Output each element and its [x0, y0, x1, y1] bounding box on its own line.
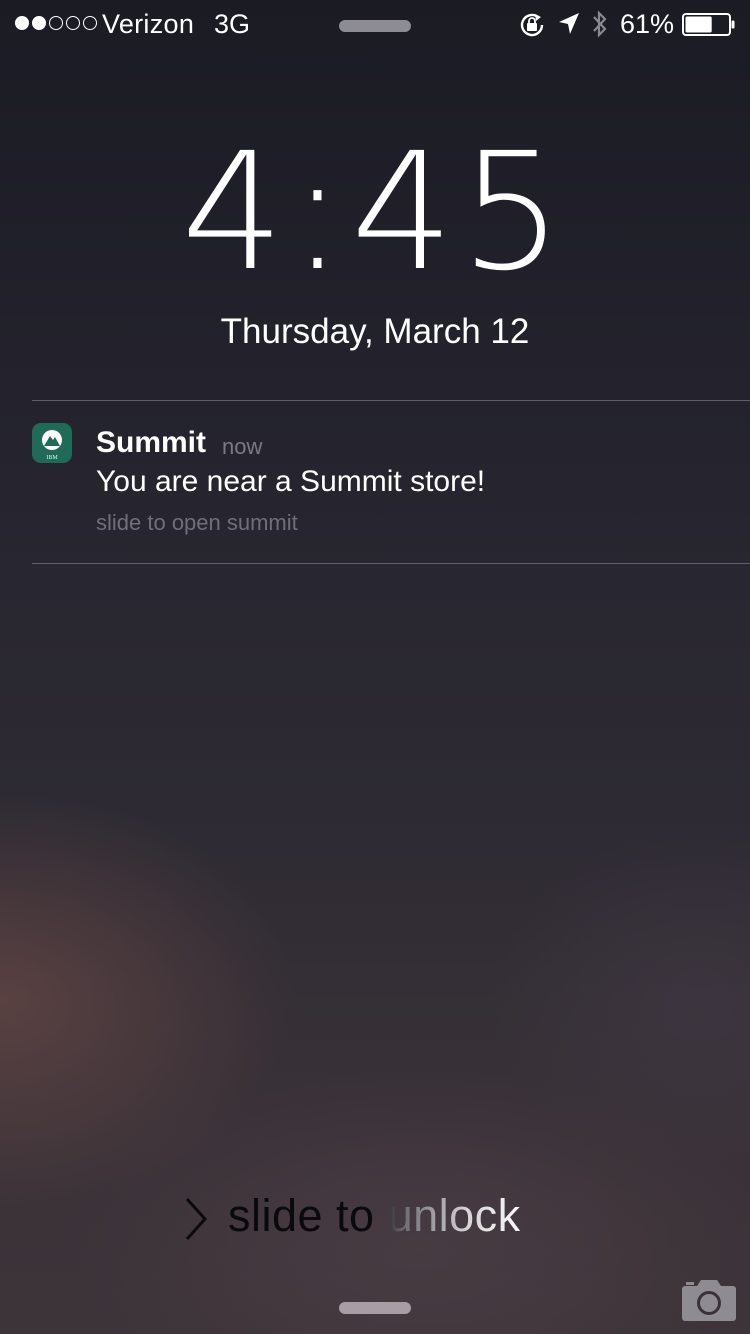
- notification-app-name: Summit: [96, 426, 207, 459]
- mountain-icon: [42, 430, 62, 450]
- signal-strength-indicator: [15, 16, 97, 30]
- status-bar: Verizon 3G 61%: [0, 0, 750, 50]
- notification-bottom-divider: [32, 563, 750, 564]
- battery-percentage: 61%: [620, 9, 675, 39]
- battery-icon: [682, 13, 735, 36]
- notification-action-hint: slide to open summit: [96, 510, 298, 535]
- control-center-grabber[interactable]: [339, 1302, 411, 1314]
- carrier-name: Verizon: [102, 9, 195, 39]
- notification-top-divider: [32, 400, 750, 401]
- rotation-lock-icon: [520, 13, 544, 37]
- bluetooth-icon: [593, 10, 607, 38]
- notification-timestamp: now: [222, 434, 263, 459]
- location-arrow-icon: [559, 13, 579, 34]
- signal-dot: [83, 16, 97, 30]
- network-type: 3G: [214, 9, 251, 39]
- slide-to-unlock-slider[interactable]: slide to unlock: [228, 1190, 521, 1242]
- signal-dot: [49, 16, 63, 30]
- lock-screen-time: 4:45: [181, 119, 569, 307]
- lock-screen-date: Thursday, March 12: [220, 312, 530, 351]
- summit-app-icon: IBM: [32, 423, 72, 463]
- signal-dot: [66, 16, 80, 30]
- notification-message: You are near a Summit store!: [96, 465, 486, 498]
- chevron-right-icon: [185, 1197, 208, 1241]
- app-icon-label: IBM: [46, 455, 58, 461]
- notification-center-grabber[interactable]: [339, 20, 411, 32]
- camera-icon[interactable]: [681, 1276, 737, 1322]
- signal-dot: [32, 16, 46, 30]
- signal-dot: [15, 16, 29, 30]
